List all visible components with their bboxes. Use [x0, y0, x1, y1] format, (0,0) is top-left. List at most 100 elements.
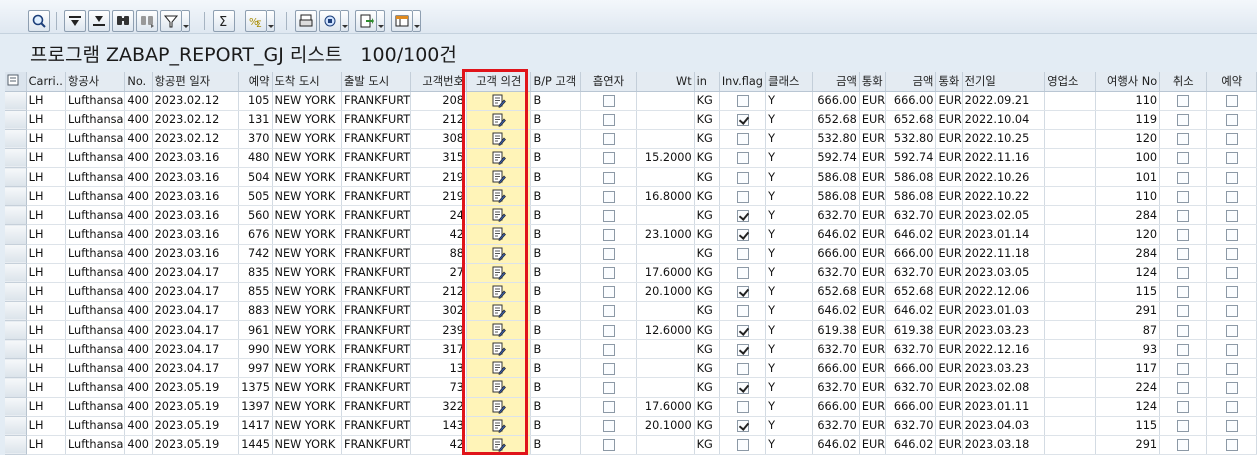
- customer-comment-button[interactable]: [466, 263, 532, 283]
- cancel-checkbox[interactable]: [1177, 439, 1190, 452]
- layout-button[interactable]: [391, 10, 413, 32]
- cancel-checkbox[interactable]: [1177, 420, 1190, 433]
- customer-comment-button[interactable]: [466, 224, 532, 245]
- smoker-checkbox[interactable]: [602, 381, 615, 394]
- print-button[interactable]: [295, 10, 317, 32]
- row-selector[interactable]: [5, 148, 27, 169]
- cancel-checkbox[interactable]: [1177, 152, 1190, 165]
- smoker-checkbox[interactable]: [602, 401, 615, 414]
- sort-descending-button[interactable]: [88, 10, 110, 32]
- row-selector[interactable]: [5, 377, 27, 398]
- table-row[interactable]: LH Lufthansa 400 2023.02.12 105 NEW YORK FRANK…: [5, 91, 1257, 111]
- column-header[interactable]: 금액: [812, 72, 860, 92]
- smoker-checkbox[interactable]: [602, 209, 615, 222]
- row-selector[interactable]: [5, 129, 27, 149]
- row-selector[interactable]: [5, 358, 27, 379]
- find-next-button[interactable]: [136, 10, 158, 32]
- column-header[interactable]: 예약: [1206, 72, 1257, 92]
- views-button[interactable]: [319, 10, 341, 32]
- reserved-checkbox[interactable]: [1225, 171, 1238, 184]
- column-header[interactable]: 클래스: [765, 72, 813, 92]
- smoker-checkbox[interactable]: [602, 305, 615, 318]
- column-header[interactable]: 항공편 일자: [152, 72, 240, 92]
- filter-button[interactable]: [160, 10, 182, 32]
- smoker-checkbox[interactable]: [602, 439, 615, 452]
- sum-button[interactable]: Σ: [213, 10, 235, 32]
- table-row[interactable]: LH Lufthansa 400 2023.04.17 855 NEW YORK FRANK…: [5, 282, 1257, 302]
- column-header[interactable]: 여행사 No: [1095, 72, 1161, 92]
- column-header[interactable]: 영업소: [1044, 72, 1096, 92]
- inv-checkbox[interactable]: [736, 286, 749, 299]
- table-row[interactable]: LH Lufthansa 400 2023.03.16 560 NEW YORK FRANK…: [5, 205, 1257, 226]
- table-row[interactable]: LH Lufthansa 400 2023.03.16 480 NEW YORK FRANK…: [5, 148, 1257, 169]
- customer-comment-button[interactable]: [466, 167, 532, 188]
- select-all-icon[interactable]: [5, 72, 27, 92]
- chevron-down-icon[interactable]: [413, 10, 421, 32]
- cancel-checkbox[interactable]: [1177, 343, 1190, 356]
- customer-comment-button[interactable]: [466, 205, 532, 226]
- table-row[interactable]: LH Lufthansa 400 2023.05.19 1397 NEW YORK FRAN…: [5, 397, 1257, 417]
- reserved-checkbox[interactable]: [1225, 228, 1238, 241]
- customer-comment-button[interactable]: [466, 339, 532, 360]
- customer-comment-button[interactable]: [466, 186, 532, 207]
- reserved-checkbox[interactable]: [1225, 324, 1238, 337]
- table-row[interactable]: LH Lufthansa 400 2023.05.19 1445 NEW YORK FRAN…: [5, 435, 1257, 455]
- reserved-checkbox[interactable]: [1225, 439, 1238, 452]
- smoker-checkbox[interactable]: [602, 286, 615, 299]
- reserved-checkbox[interactable]: [1225, 305, 1238, 318]
- customer-comment-button[interactable]: [466, 435, 532, 455]
- inv-checkbox[interactable]: [736, 267, 749, 280]
- customer-comment-button[interactable]: [466, 244, 532, 264]
- reserved-checkbox[interactable]: [1225, 420, 1238, 433]
- table-row[interactable]: LH Lufthansa 400 2023.04.17 997 NEW YORK FRANK…: [5, 358, 1257, 379]
- cancel-checkbox[interactable]: [1177, 190, 1190, 203]
- row-selector[interactable]: [5, 167, 27, 188]
- smoker-checkbox[interactable]: [602, 171, 615, 184]
- reserved-checkbox[interactable]: [1225, 267, 1238, 280]
- chevron-down-icon[interactable]: [341, 10, 349, 32]
- smoker-checkbox[interactable]: [602, 267, 615, 280]
- inv-checkbox[interactable]: [736, 401, 749, 414]
- table-row[interactable]: LH Lufthansa 400 2023.05.19 1417 NEW YORK FRAN…: [5, 416, 1257, 436]
- column-header[interactable]: 도착 도시: [272, 72, 343, 92]
- smoker-checkbox[interactable]: [602, 190, 615, 203]
- table-row[interactable]: LH Lufthansa 400 2023.04.17 883 NEW YORK FRANK…: [5, 301, 1257, 322]
- column-header[interactable]: 금액: [885, 72, 937, 92]
- column-header[interactable]: 통화: [859, 72, 887, 92]
- table-row[interactable]: LH Lufthansa 400 2023.03.16 504 NEW YORK FRANK…: [5, 167, 1257, 188]
- cancel-checkbox[interactable]: [1177, 324, 1190, 337]
- table-row[interactable]: LH Lufthansa 400 2023.05.19 1375 NEW YORK FRAN…: [5, 377, 1257, 398]
- column-header[interactable]: 흡연자: [580, 72, 638, 92]
- reserved-checkbox[interactable]: [1225, 401, 1238, 414]
- row-selector[interactable]: [5, 339, 27, 360]
- smoker-checkbox[interactable]: [602, 95, 615, 108]
- inv-checkbox[interactable]: [736, 343, 749, 356]
- reserved-checkbox[interactable]: [1225, 286, 1238, 299]
- table-row[interactable]: LH Lufthansa 400 2023.03.16 505 NEW YORK FRANK…: [5, 186, 1257, 207]
- reserved-checkbox[interactable]: [1225, 133, 1238, 146]
- column-header[interactable]: B/P 고객: [530, 72, 581, 92]
- row-selector[interactable]: [5, 186, 27, 207]
- table-row[interactable]: LH Lufthansa 400 2023.02.12 131 NEW YORK FRANK…: [5, 110, 1257, 130]
- customer-comment-button[interactable]: [466, 358, 532, 379]
- row-selector[interactable]: [5, 205, 27, 226]
- cancel-checkbox[interactable]: [1177, 228, 1190, 241]
- column-header[interactable]: 고객 의견: [466, 72, 532, 92]
- inv-checkbox[interactable]: [736, 190, 749, 203]
- column-header[interactable]: 예약: [238, 72, 273, 92]
- inv-checkbox[interactable]: [736, 362, 749, 375]
- cancel-checkbox[interactable]: [1177, 171, 1190, 184]
- column-header[interactable]: 취소: [1159, 72, 1208, 92]
- export-button[interactable]: [355, 10, 377, 32]
- customer-comment-button[interactable]: [466, 129, 532, 149]
- cancel-checkbox[interactable]: [1177, 381, 1190, 394]
- table-row[interactable]: LH Lufthansa 400 2023.04.17 961 NEW YORK FRANK…: [5, 320, 1257, 341]
- smoker-checkbox[interactable]: [602, 420, 615, 433]
- row-selector[interactable]: [5, 282, 27, 302]
- cancel-checkbox[interactable]: [1177, 305, 1190, 318]
- find-button[interactable]: [112, 10, 134, 32]
- customer-comment-button[interactable]: [466, 148, 532, 169]
- chevron-down-icon[interactable]: [267, 10, 275, 32]
- details-button[interactable]: [28, 10, 50, 32]
- cancel-checkbox[interactable]: [1177, 209, 1190, 222]
